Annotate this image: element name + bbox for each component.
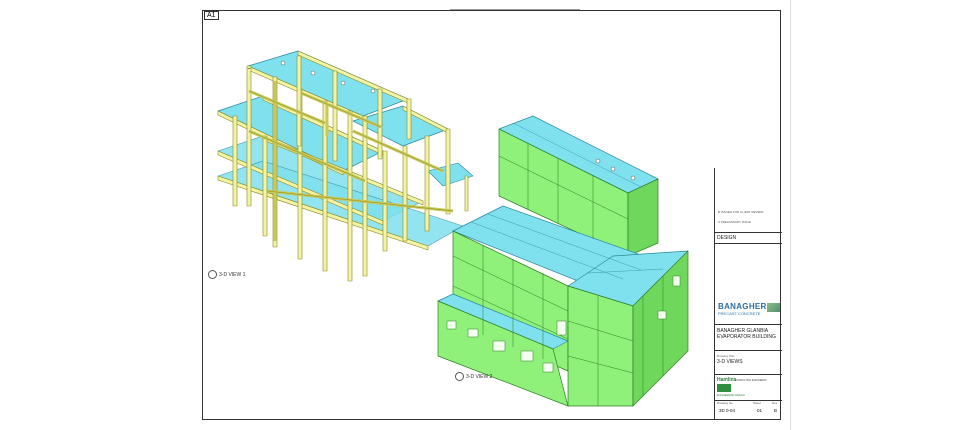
page-edge-line [790, 0, 791, 430]
revision-note: ISSUED FOR CLIENT REVIEW [720, 210, 764, 214]
drawing-meta: Drawing No. 3D 0-04 Sheet 01 Rev B [715, 400, 782, 420]
drawing-no: 3D 0-04 [719, 408, 736, 413]
company-logo-icon [767, 303, 780, 312]
revision-table: B ISSUED FOR CLIENT REVIEW A PRELIMINARY… [715, 168, 782, 233]
drawing-title: 3-D VIEWS [717, 359, 743, 365]
view-1-label: 3-D VIEW 1 [208, 270, 245, 279]
view-marker-icon [208, 270, 217, 279]
company-logo: BANAGHER PRECAST CONCRETE [718, 302, 780, 322]
consultant-logo-icon [717, 384, 731, 392]
right-block-front [567, 285, 634, 407]
revision-code: A [718, 220, 720, 224]
rev-number: B [774, 408, 778, 413]
rev-label: Rev [772, 401, 778, 405]
consultant-block: Hamlins ENGINEERING DESIGN CONSULTING EN… [717, 377, 780, 399]
revision-row: A PRELIMINARY ISSUE [718, 220, 751, 224]
consultant-subtitle: ENGINEERING DESIGN [717, 394, 745, 397]
revision-code: B [718, 210, 721, 214]
revision-row: B ISSUED FOR CLIENT REVIEW [718, 210, 763, 214]
sheet-label: Sheet [753, 401, 761, 405]
drawing-title-label: Drawing Title [717, 354, 735, 358]
drawing-no-label: Drawing No. [717, 401, 734, 405]
revision-note: PRELIMINARY ISSUE [720, 220, 751, 224]
tall-block-side [627, 178, 659, 257]
3d-view-1-frame-model [217, 50, 474, 282]
view-1-label-text: 3-D VIEW 1 [219, 271, 246, 278]
project-name: BANAGHER GLANBIA EVAPORATOR BUILDING [717, 328, 776, 340]
sheet-number: 01 [757, 408, 763, 413]
view-marker-icon [455, 372, 464, 381]
drawing-area [217, 50, 689, 407]
view-2-label-text: 3-D VIEW 2 [466, 373, 493, 380]
drawing-status: DESIGN [717, 235, 737, 241]
3d-view-2-clad-model [437, 115, 689, 407]
title-block: B ISSUED FOR CLIENT REVIEW A PRELIMINARY… [714, 168, 782, 420]
view-2-label: 3-D VIEW 2 [455, 372, 492, 381]
consultant-address: CONSULTING ENGINEERS [735, 379, 767, 382]
